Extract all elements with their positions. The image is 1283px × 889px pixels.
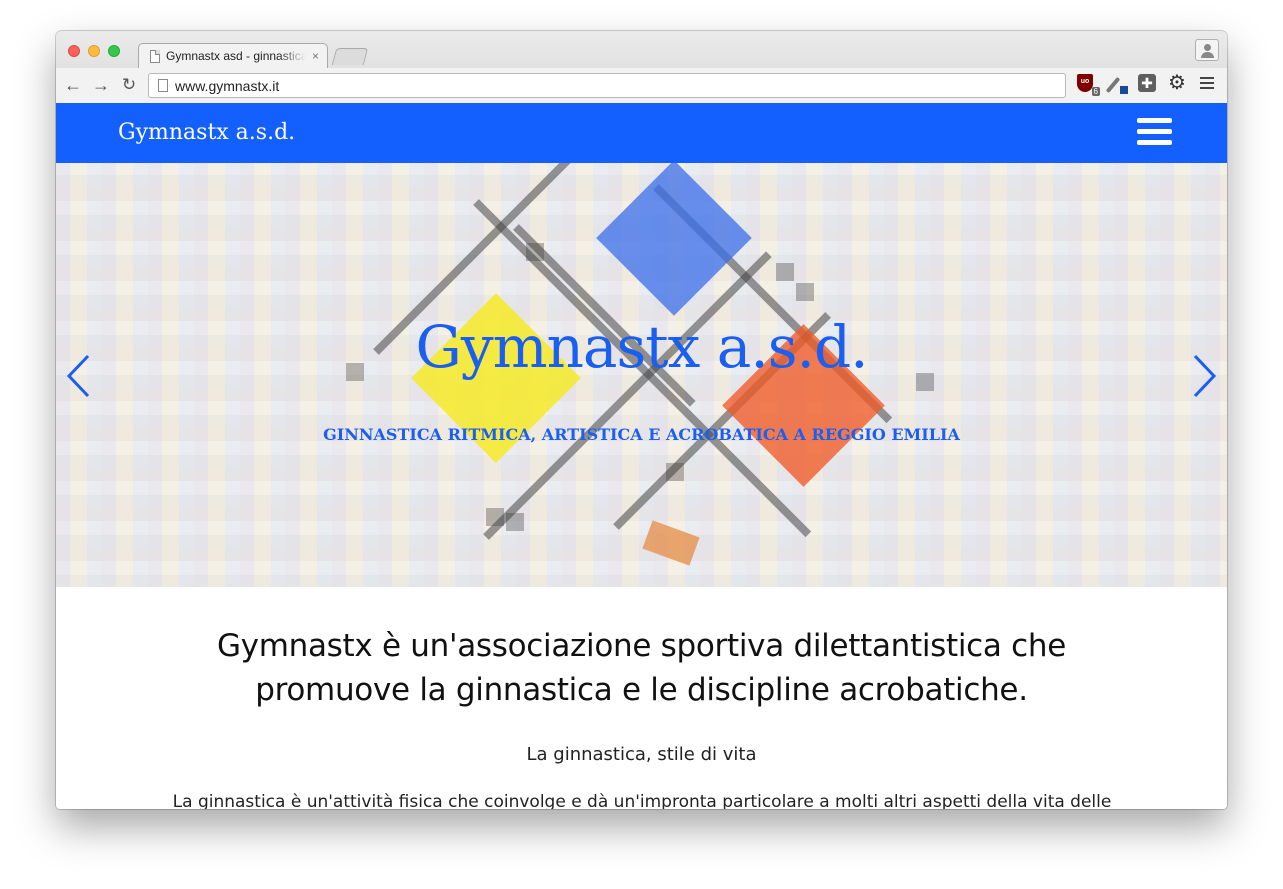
intro-paragraph: La ginnastica è un'attività fisica che c… xyxy=(172,792,1112,809)
browser-tab[interactable]: Gymnastx asd - ginnastica × xyxy=(138,43,328,69)
site-navbar: Gymnastx a.s.d. xyxy=(56,103,1227,163)
page-icon xyxy=(158,79,168,92)
intro-lead-line-1: Gymnastx è un'associazione sportiva dile… xyxy=(216,628,1067,664)
url-text[interactable]: www.gymnastx.it xyxy=(175,78,279,94)
hero-subtitle: GINNASTICA RITMICA, ARTISTICA E ACROBATI… xyxy=(323,425,960,444)
page-viewport: Gymnastx a.s.d. Gymnastx a.s.d. GINNASTI… xyxy=(56,103,1227,809)
intro-lead: Gymnastx è un'associazione sportiva dile… xyxy=(56,624,1227,712)
minimize-window-button[interactable] xyxy=(88,45,100,57)
close-tab-icon[interactable]: × xyxy=(312,49,319,63)
menu-icon[interactable] xyxy=(1200,77,1214,91)
section-subheading: La ginnastica, stile di vita xyxy=(526,744,757,765)
browser-chrome: Gymnastx asd - ginnastica × ← → ↻ www.gy… xyxy=(56,31,1227,103)
browser-toolbar: ← → ↻ www.gymnastx.it uo 6 ✚ ⚙ xyxy=(56,68,1227,103)
tab-strip: Gymnastx asd - ginnastica × xyxy=(56,31,1227,69)
color-picker-icon[interactable] xyxy=(1105,74,1128,94)
address-bar[interactable]: www.gymnastx.it xyxy=(148,73,1066,98)
reload-button[interactable]: ↻ xyxy=(120,75,138,95)
new-tab-button[interactable] xyxy=(331,48,369,65)
tab-title: Gymnastx asd - ginnastica xyxy=(166,49,306,63)
browser-window: Gymnastx asd - ginnastica × ← → ↻ www.gy… xyxy=(56,31,1227,809)
page-icon xyxy=(150,50,160,63)
ublock-badge: 6 xyxy=(1091,87,1100,96)
ublock-icon[interactable]: uo 6 xyxy=(1077,74,1100,96)
carousel-next-icon[interactable] xyxy=(1189,353,1219,399)
back-button[interactable]: ← xyxy=(64,75,82,95)
zoom-window-button[interactable] xyxy=(108,45,120,57)
carousel-prev-icon[interactable] xyxy=(64,353,94,399)
brand-link[interactable]: Gymnastx a.s.d. xyxy=(118,120,295,145)
hamburger-menu-icon[interactable] xyxy=(1137,118,1172,148)
forward-button[interactable]: → xyxy=(92,75,110,95)
close-window-button[interactable] xyxy=(68,45,80,57)
extension-icon[interactable]: ✚ xyxy=(1138,74,1158,94)
hero-title: Gymnastx a.s.d. xyxy=(415,313,868,381)
gear-icon[interactable]: ⚙ xyxy=(1168,73,1188,93)
profile-icon[interactable] xyxy=(1195,39,1219,61)
hero-carousel: Gymnastx a.s.d. GINNASTICA RITMICA, ARTI… xyxy=(56,163,1227,587)
intro-lead-line-2: promuove la ginnastica e le discipline a… xyxy=(255,672,1028,708)
